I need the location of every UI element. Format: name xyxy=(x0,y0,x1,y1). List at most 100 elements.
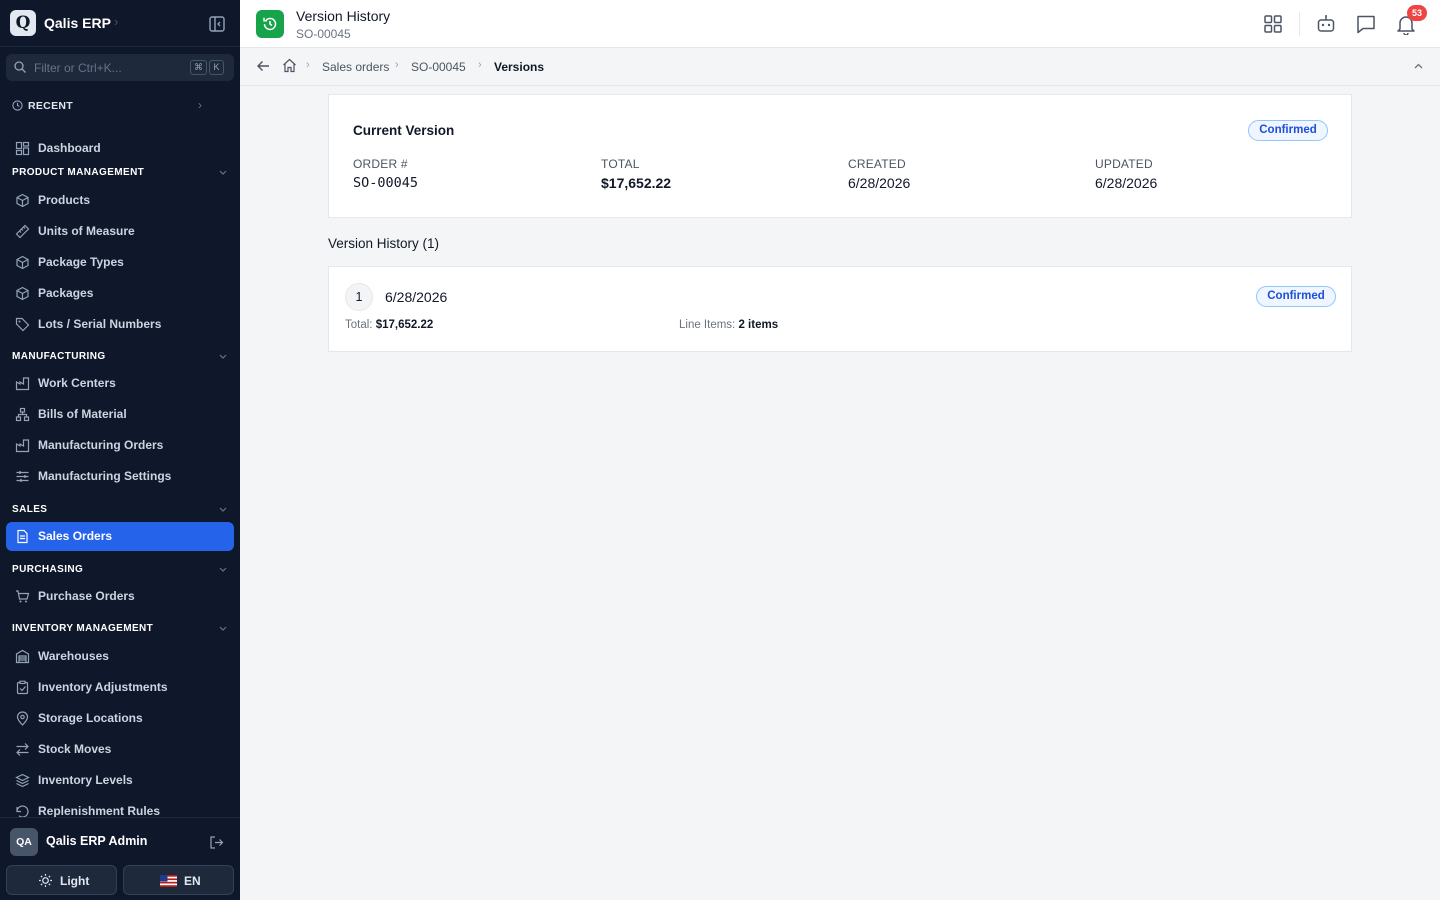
recent-toggle[interactable]: RECENT › xyxy=(12,98,212,114)
sidebar-item-warehouses[interactable]: Warehouses xyxy=(6,642,234,671)
sidebar-item-lots-serial-numbers[interactable]: Lots / Serial Numbers xyxy=(6,310,234,339)
version-total-label: Total: xyxy=(345,319,373,331)
version-row[interactable]: 1 6/28/2026 Confirmed Total: $17,652.22 … xyxy=(328,266,1352,352)
avatar: QA xyxy=(10,828,38,856)
app-logo[interactable]: Q xyxy=(10,10,36,36)
sidebar-item-label: Purchase Orders xyxy=(38,589,135,603)
app-name[interactable]: Qalis ERP xyxy=(44,15,111,31)
section-label: INVENTORY MANAGEMENT xyxy=(12,623,154,634)
breadcrumb-sales-orders[interactable]: Sales orders xyxy=(322,60,389,74)
factory-icon xyxy=(15,377,30,391)
total-value: $17,652.22 xyxy=(601,175,672,191)
sidebar-item-label: Replenishment Rules xyxy=(38,804,161,818)
sidebar-item-label: Warehouses xyxy=(38,649,109,663)
tag-icon xyxy=(15,317,30,332)
sidebar-collapse-icon[interactable] xyxy=(208,15,226,33)
chevron-down-icon xyxy=(219,170,227,175)
sidebar-item-label: Storage Locations xyxy=(38,711,143,725)
filter-placeholder: Filter or Ctrl+K... xyxy=(34,61,122,75)
version-number: 1 xyxy=(345,283,373,311)
sidebar-item-label: Dashboard xyxy=(38,141,101,155)
sidebar-item-packages[interactable]: Packages xyxy=(6,279,234,308)
notification-count-badge: 53 xyxy=(1407,5,1427,21)
chevron-right-icon[interactable]: › xyxy=(114,14,118,29)
sidebar-item-inventory-levels[interactable]: Inventory Levels xyxy=(6,766,234,795)
chevron-down-icon xyxy=(219,507,227,512)
chevron-down-icon xyxy=(219,626,227,631)
sidebar-item-stock-moves[interactable]: Stock Moves xyxy=(6,735,234,764)
sidebar-item-label: Stock Moves xyxy=(38,742,112,756)
arrows-left-right-icon xyxy=(16,743,29,756)
sliders-icon xyxy=(16,471,29,482)
back-arrow-icon[interactable] xyxy=(256,59,270,73)
sidebar-item-label: Products xyxy=(38,193,91,207)
version-history-heading: Version History (1) xyxy=(328,236,440,251)
sidebar-item-label: Bills of Material xyxy=(38,407,127,421)
sidebar-item-label: Lots / Serial Numbers xyxy=(38,317,162,331)
hierarchy-icon xyxy=(15,407,30,422)
created-value: 6/28/2026 xyxy=(848,175,911,191)
warehouse-icon xyxy=(15,649,30,664)
sidebar-item-label: Inventory Levels xyxy=(38,773,133,787)
sidebar-item-purchase-orders[interactable]: Purchase Orders xyxy=(6,582,234,611)
breadcrumb-order[interactable]: SO-00045 xyxy=(411,60,466,74)
sidebar-item-units-of-measure[interactable]: Units of Measure xyxy=(6,217,234,246)
sidebar-item-work-centers[interactable]: Work Centers xyxy=(6,369,234,398)
language-label: EN xyxy=(184,874,201,888)
sidebar-item-inventory-adjustments[interactable]: Inventory Adjustments xyxy=(6,673,234,702)
bot-icon[interactable] xyxy=(1315,13,1337,35)
sidebar-item-label: Package Types xyxy=(38,255,124,269)
order-number-label: ORDER # xyxy=(353,157,408,171)
map-pin-icon xyxy=(16,711,29,726)
language-button[interactable]: EN xyxy=(123,865,234,895)
logout-icon[interactable] xyxy=(209,835,224,850)
factory-icon xyxy=(15,439,30,453)
status-badge: Confirmed xyxy=(1248,120,1328,141)
status-badge: Confirmed xyxy=(1256,286,1336,307)
package-icon xyxy=(16,255,29,270)
version-line-items: Line Items: 2 items xyxy=(679,319,778,331)
current-version-card: Current Version Confirmed ORDER # SO-000… xyxy=(328,94,1352,218)
us-flag-icon xyxy=(160,875,177,887)
version-total: Total: $17,652.22 xyxy=(345,319,433,331)
sidebar-footer: Light EN xyxy=(0,864,240,900)
sun-icon xyxy=(39,874,52,887)
section-inventory-management[interactable]: INVENTORY MANAGEMENT xyxy=(12,623,228,637)
sidebar-item-label: Units of Measure xyxy=(38,224,135,238)
updated-label: UPDATED xyxy=(1095,157,1153,171)
search-icon xyxy=(14,61,26,73)
section-manufacturing[interactable]: MANUFACTURING xyxy=(12,351,228,365)
sidebar-item-sales-orders[interactable]: Sales Orders xyxy=(6,522,234,551)
breadcrumb: › Sales orders › SO-00045 › Versions xyxy=(240,48,1440,86)
recent-label: RECENT xyxy=(28,100,73,112)
section-sales[interactable]: SALES xyxy=(12,504,228,518)
chevron-down-icon xyxy=(219,567,227,572)
version-items-value: 2 items xyxy=(738,319,779,331)
dashboard-icon xyxy=(15,141,30,156)
sidebar-item-manufacturing-orders[interactable]: Manufacturing Orders xyxy=(6,431,234,460)
version-items-label: Line Items: xyxy=(679,319,736,331)
sidebar-item-manufacturing-settings[interactable]: Manufacturing Settings xyxy=(6,462,234,491)
chat-icon[interactable] xyxy=(1355,13,1377,35)
section-label: MANUFACTURING xyxy=(12,351,106,362)
sidebar-item-label: Sales Orders xyxy=(38,529,113,543)
sidebar-item-package-types[interactable]: Package Types xyxy=(6,248,234,277)
sidebar-item-label: Manufacturing Orders xyxy=(38,438,164,452)
theme-toggle-button[interactable]: Light xyxy=(6,865,117,895)
sidebar-item-bills-of-material[interactable]: Bills of Material xyxy=(6,400,234,429)
user-profile[interactable]: QA Qalis ERP Admin xyxy=(0,817,240,864)
sidebar-item-storage-locations[interactable]: Storage Locations xyxy=(6,704,234,733)
section-product-management[interactable]: PRODUCT MANAGEMENT xyxy=(12,167,228,181)
breadcrumb-current: Versions xyxy=(494,60,545,74)
apps-grid-icon[interactable] xyxy=(1262,13,1284,35)
package-icon xyxy=(16,286,29,301)
top-bar: Version History SO-00045 53 xyxy=(240,0,1440,48)
sidebar-filter-input[interactable]: Filter or Ctrl+K... ⌘ K xyxy=(6,54,234,81)
home-icon[interactable] xyxy=(282,58,297,73)
sidebar-item-products[interactable]: Products xyxy=(6,186,234,215)
chevron-down-icon xyxy=(219,354,227,359)
section-purchasing[interactable]: PURCHASING xyxy=(12,564,228,578)
sidebar-item-dashboard[interactable]: Dashboard xyxy=(6,134,234,163)
chevron-up-icon[interactable] xyxy=(1413,61,1424,72)
chevron-right-icon: › xyxy=(395,59,399,71)
